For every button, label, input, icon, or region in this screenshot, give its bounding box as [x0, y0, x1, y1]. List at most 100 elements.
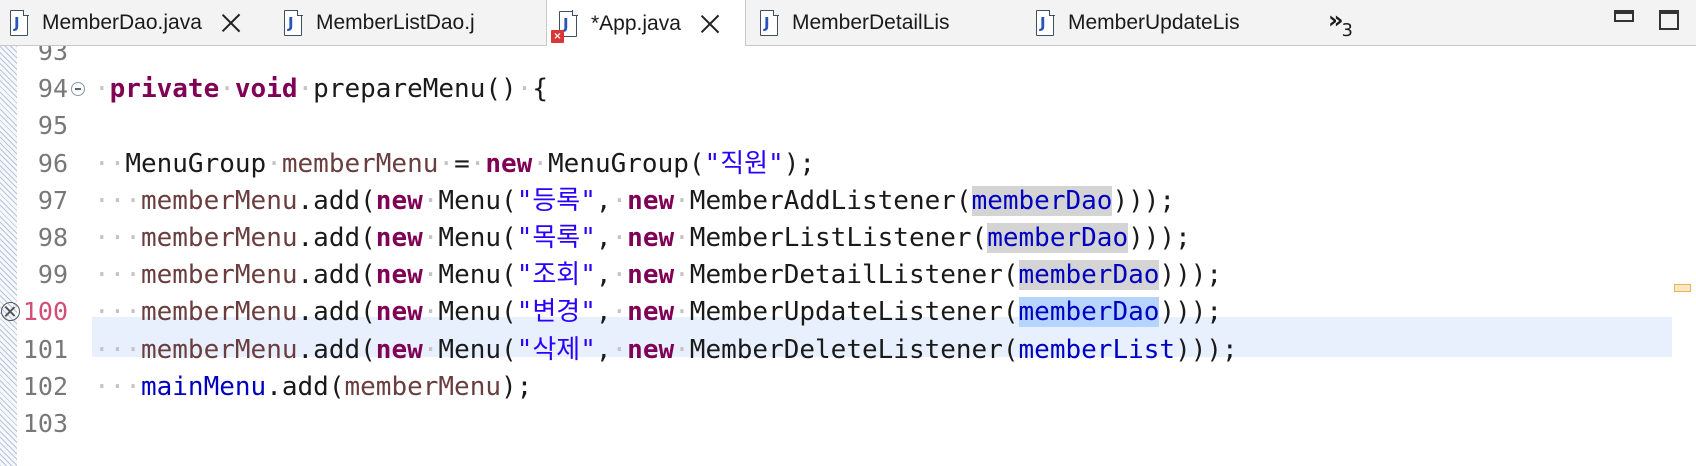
whitespace-marker: ·	[94, 74, 110, 105]
code-text[interactable]: ·private·void·prepareMenu()·{	[94, 69, 548, 109]
tab-label: MemberDetailLis	[792, 11, 950, 34]
java-file-icon: J	[760, 9, 779, 36]
code-text[interactable]: ···memberMenu.add(new·Menu("삭제",·new·Mem…	[94, 330, 1238, 370]
code-token: MenuGroup	[125, 148, 267, 179]
code-token: ,	[595, 185, 612, 216]
code-line[interactable]: 100 ···memberMenu.add(new·Menu("변경",·new·…	[0, 292, 1696, 332]
whitespace-marker: ···	[94, 297, 141, 328]
code-token: )));	[1159, 260, 1223, 291]
whitespace-marker: ·	[297, 74, 314, 105]
code-token: MemberDetailListener(	[689, 260, 1019, 291]
code-token: .add(	[297, 297, 376, 328]
code-token: new	[375, 297, 423, 328]
code-token: memberDao	[971, 185, 1113, 216]
code-line[interactable]: 102 ···mainMenu.add(memberMenu);	[0, 367, 1696, 407]
whitespace-marker: ·	[674, 334, 690, 365]
code-text[interactable]: ···memberMenu.add(new·Menu("조회",·new·Mem…	[94, 255, 1222, 295]
whitespace-marker: ···	[94, 371, 141, 402]
whitespace-marker: ···	[94, 185, 141, 216]
code-token: new	[627, 334, 675, 365]
whitespace-marker: ·	[422, 223, 439, 253]
code-token: memberMenu	[140, 260, 298, 291]
code-token: mainMenu	[140, 371, 267, 402]
code-line[interactable]: 95	[0, 106, 1696, 146]
code-token: new	[627, 223, 675, 253]
code-text[interactable]: ···memberMenu.add(new·Menu("변경",·new·Mem…	[94, 292, 1222, 332]
whitespace-marker: ·	[219, 74, 235, 105]
code-line[interactable]: 97 ···memberMenu.add(new·Menu("등록",·new·M…	[0, 181, 1696, 221]
code-text[interactable]: ··MenuGroup·memberMenu·=·new·MenuGroup("…	[94, 144, 815, 184]
close-icon[interactable]	[699, 13, 721, 35]
whitespace-marker: ·	[516, 74, 533, 105]
code-line[interactable]: 96 ··MenuGroup·memberMenu·=·new·MenuGroup…	[0, 144, 1696, 184]
code-editor[interactable]: 93 94 ·private·void·prepareMenu()·{95 96 ··M…	[0, 46, 1696, 466]
code-token: "직원"	[704, 148, 784, 179]
code-token: {	[532, 74, 548, 105]
whitespace-marker: ·	[674, 260, 690, 291]
tab-label: MemberUpdateLis	[1068, 11, 1240, 34]
whitespace-marker: ·	[422, 334, 439, 365]
code-token: MemberDeleteListener(	[689, 334, 1019, 365]
tab-memberdetaillistener-java[interactable]: J MemberDetailLis	[760, 0, 1022, 46]
minimize-icon[interactable]	[1614, 10, 1634, 22]
whitespace-marker: ·	[611, 334, 628, 365]
code-token: .add(	[297, 260, 376, 291]
overflow-count: 3	[1341, 20, 1353, 41]
code-line[interactable]: 94 ·private·void·prepareMenu()·{	[0, 69, 1696, 109]
line-number: 96	[37, 148, 68, 178]
whitespace-marker: ·	[611, 185, 628, 216]
code-token: new	[375, 334, 423, 365]
overflow-chevron-icon: »	[1328, 6, 1343, 34]
code-line[interactable]: 99 ···memberMenu.add(new·Menu("조회",·new·M…	[0, 255, 1696, 295]
code-token: Menu(	[438, 334, 517, 365]
fold-collapse-icon[interactable]	[71, 82, 85, 97]
java-file-error-icon: J ×	[551, 10, 578, 43]
code-token: new	[485, 148, 533, 179]
code-text[interactable]: ···mainMenu.add(memberMenu);	[94, 367, 532, 407]
code-token: new	[375, 185, 423, 216]
code-token: memberMenu	[140, 334, 298, 365]
whitespace-marker: ·	[469, 148, 486, 179]
code-token: void	[234, 74, 298, 105]
code-token: memberMenu	[140, 185, 298, 216]
tab-memberupdatelistener-java[interactable]: J MemberUpdateLis	[1036, 0, 1298, 46]
java-file-icon: J	[10, 9, 29, 36]
whitespace-marker: ···	[94, 260, 141, 291]
tab-memberdao-java[interactable]: J MemberDao.java	[10, 0, 272, 46]
code-token: new	[375, 223, 423, 253]
code-token: ,	[595, 260, 612, 291]
code-token: MemberAddListener(	[689, 185, 972, 216]
tab-memberlistdao-java[interactable]: J MemberListDao.j	[284, 0, 546, 46]
code-line[interactable]: 103	[0, 404, 1696, 444]
code-token: );	[501, 371, 533, 402]
code-token: )));	[1112, 185, 1176, 216]
line-number: 99	[37, 260, 68, 290]
code-token: ,	[595, 334, 612, 365]
whitespace-marker: ·	[266, 148, 282, 179]
code-line[interactable]: 101 ···memberMenu.add(new·Menu("삭제",·new·…	[0, 330, 1696, 370]
code-token: Menu(	[438, 185, 517, 216]
tab-app-java[interactable]: J × *App.java	[546, 0, 746, 47]
code-line[interactable]: 98 ···memberMenu.add(new·Menu("목록",·new·M…	[0, 218, 1696, 258]
code-line[interactable]: 93	[0, 46, 1696, 72]
maximize-icon[interactable]	[1659, 10, 1679, 30]
line-number: 93	[37, 46, 68, 66]
whitespace-marker: ·	[611, 223, 628, 253]
code-text[interactable]: ···memberMenu.add(new·Menu("목록",·new·Mem…	[94, 218, 1191, 258]
code-token: );	[783, 148, 816, 179]
code-token: new	[627, 297, 675, 328]
code-token: "변경"	[516, 297, 596, 328]
code-text[interactable]: ···memberMenu.add(new·Menu("등록",·new·Mem…	[94, 181, 1175, 221]
code-token: memberList	[1018, 334, 1176, 365]
whitespace-marker: ·	[438, 148, 455, 179]
code-token: "조회"	[516, 260, 596, 291]
code-token: MemberListListener(	[689, 223, 988, 253]
tab-overflow-button[interactable]: »3	[1328, 6, 1353, 41]
whitespace-marker: ···	[94, 334, 141, 365]
code-token: ,	[595, 223, 612, 253]
code-token: memberMenu	[140, 297, 298, 328]
close-icon[interactable]	[220, 12, 242, 34]
code-token: "등록"	[516, 185, 596, 216]
code-token: Menu(	[438, 297, 517, 328]
code-token: new	[627, 185, 675, 216]
